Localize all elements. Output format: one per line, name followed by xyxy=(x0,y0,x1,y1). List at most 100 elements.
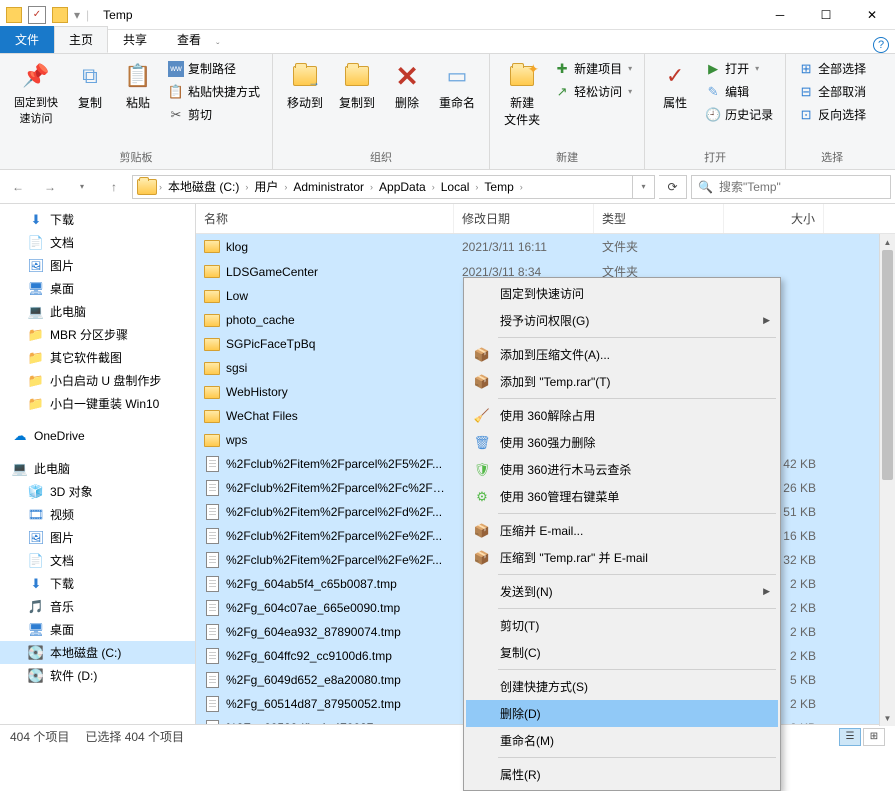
tree-item[interactable]: 💻此电脑 xyxy=(0,300,195,323)
search-box[interactable]: 🔍 xyxy=(691,175,891,199)
qat-folder-icon[interactable] xyxy=(52,7,68,23)
new-item-button[interactable]: ✚新建项目▾ xyxy=(550,58,636,79)
select-none-button[interactable]: ⊟全部取消 xyxy=(794,81,870,102)
tree-item[interactable]: 🎵音乐 xyxy=(0,595,195,618)
col-date[interactable]: 修改日期 xyxy=(454,204,594,233)
tree-item[interactable]: 📄文档 xyxy=(0,231,195,254)
new-folder-button[interactable]: ✦新建 文件夹 xyxy=(498,58,546,130)
close-button[interactable]: ✕ xyxy=(849,0,895,30)
moveto-button[interactable]: →移动到 xyxy=(281,58,329,113)
context-menu-item[interactable]: 删除(D) xyxy=(466,700,778,727)
nav-tree[interactable]: ⬇下载📄文档🖼图片🖥桌面💻此电脑📁MBR 分区步骤📁其它软件截图📁小白启动 U … xyxy=(0,204,196,724)
col-name[interactable]: 名称 xyxy=(196,204,454,233)
chevron-right-icon[interactable]: › xyxy=(370,182,373,192)
tree-item[interactable]: ⬇下载 xyxy=(0,572,195,595)
tree-item[interactable]: 🖼图片 xyxy=(0,526,195,549)
scroll-thumb[interactable] xyxy=(882,250,893,480)
easy-access-button[interactable]: ↗轻松访问▾ xyxy=(550,81,636,102)
context-menu-item[interactable]: 剪切(T) xyxy=(466,612,778,639)
col-type[interactable]: 类型 xyxy=(594,204,724,233)
tree-item[interactable]: 🖼图片 xyxy=(0,254,195,277)
cut-button[interactable]: ✂剪切 xyxy=(164,104,264,125)
view-icons-button[interactable]: ⊞ xyxy=(863,728,885,746)
minimize-button[interactable]: ─ xyxy=(757,0,803,30)
tree-item[interactable]: 📁小白一键重装 Win10 xyxy=(0,392,195,415)
context-menu-item[interactable]: 📦添加到压缩文件(A)... xyxy=(466,341,778,368)
pin-quick-access-button[interactable]: 📌 固定到快 速访问 xyxy=(8,58,64,128)
context-menu-item[interactable]: 📦压缩并 E-mail... xyxy=(466,517,778,544)
copy-button[interactable]: ⧉ 复制 xyxy=(68,58,112,113)
select-all-button[interactable]: ⊞全部选择 xyxy=(794,58,870,79)
chevron-right-icon[interactable]: › xyxy=(284,182,287,192)
breadcrumb-segment[interactable]: 本地磁盘 (C:) xyxy=(164,176,243,197)
help-icon[interactable]: ? xyxy=(873,37,889,53)
tree-item[interactable]: 📁MBR 分区步骤 xyxy=(0,323,195,346)
tab-share[interactable]: 共享 xyxy=(108,26,162,53)
tree-item[interactable]: ⬇下载 xyxy=(0,208,195,231)
tree-item[interactable]: 🧊3D 对象 xyxy=(0,480,195,503)
rename-button[interactable]: ▭重命名 xyxy=(433,58,481,113)
refresh-button[interactable]: ⟳ xyxy=(659,175,687,199)
chevron-right-icon[interactable]: › xyxy=(475,182,478,192)
chevron-right-icon[interactable]: › xyxy=(432,182,435,192)
nav-forward-button[interactable]: → xyxy=(36,174,64,200)
col-size[interactable]: 大小 xyxy=(724,204,824,233)
qat-select-icon[interactable]: ✓ xyxy=(28,6,46,24)
context-menu-item[interactable]: ⚙使用 360管理右键菜单 xyxy=(466,483,778,510)
context-menu-item[interactable]: 📦压缩到 "Temp.rar" 并 E-mail xyxy=(466,544,778,571)
context-menu-item[interactable]: 🧹使用 360解除占用 xyxy=(466,402,778,429)
tree-item[interactable]: 💻此电脑 xyxy=(0,457,195,480)
context-menu-item[interactable]: 创建快捷方式(S) xyxy=(466,673,778,700)
breadcrumb-segment[interactable]: 用户 xyxy=(250,176,282,197)
ribbon-collapse-icon[interactable]: ˇ xyxy=(216,42,219,53)
invert-selection-button[interactable]: ⊡反向选择 xyxy=(794,104,870,125)
chevron-right-icon[interactable]: › xyxy=(159,182,162,192)
view-details-button[interactable]: ☰ xyxy=(839,728,861,746)
tab-file[interactable]: 文件 xyxy=(0,26,54,53)
context-menu-item[interactable]: 固定到快速访问 xyxy=(466,280,778,307)
scroll-down-icon[interactable]: ▼ xyxy=(880,710,895,726)
copyto-button[interactable]: 复制到 xyxy=(333,58,381,113)
history-button[interactable]: 🕘历史记录 xyxy=(701,104,777,125)
tree-item[interactable]: 📁小白启动 U 盘制作步 xyxy=(0,369,195,392)
properties-button[interactable]: ✓属性 xyxy=(653,58,697,113)
tab-view[interactable]: 查看 xyxy=(162,26,216,53)
chevron-right-icon[interactable]: › xyxy=(520,182,523,192)
scroll-up-icon[interactable]: ▲ xyxy=(880,234,895,250)
context-menu-item[interactable]: 复制(C) xyxy=(466,639,778,666)
nav-history-dropdown[interactable]: ▾ xyxy=(68,174,96,200)
chevron-right-icon[interactable]: › xyxy=(245,182,248,192)
context-menu-item[interactable]: 🗑使用 360强力删除 xyxy=(466,429,778,456)
context-menu-item[interactable]: 🛡使用 360进行木马云查杀 xyxy=(466,456,778,483)
tree-item[interactable]: 📄文档 xyxy=(0,549,195,572)
tree-item[interactable]: 💽本地磁盘 (C:) xyxy=(0,641,195,664)
open-button[interactable]: ▶打开▾ xyxy=(701,58,777,79)
context-menu-item[interactable]: 📦添加到 "Temp.rar"(T) xyxy=(466,368,778,395)
qat-dropdown-icon[interactable]: ▾ xyxy=(74,8,80,22)
tree-item[interactable]: 🎞视频 xyxy=(0,503,195,526)
tree-item[interactable]: 💽软件 (D:) xyxy=(0,664,195,687)
tree-item[interactable]: 🖥桌面 xyxy=(0,277,195,300)
breadcrumb-dropdown[interactable]: ▾ xyxy=(633,175,655,199)
breadcrumb-segment[interactable]: Local xyxy=(437,178,474,196)
paste-shortcut-button[interactable]: 📋粘贴快捷方式 xyxy=(164,81,264,102)
file-row[interactable]: klog2021/3/11 16:11文件夹 xyxy=(196,234,895,259)
scrollbar-vertical[interactable]: ▲ ▼ xyxy=(879,234,895,726)
edit-button[interactable]: ✎编辑 xyxy=(701,81,777,102)
search-input[interactable] xyxy=(719,180,884,194)
breadcrumb-segment[interactable]: AppData xyxy=(375,178,430,196)
paste-button[interactable]: 📋 粘贴 xyxy=(116,58,160,113)
tree-item[interactable]: ☁OneDrive xyxy=(0,425,195,447)
tree-item[interactable]: 📁其它软件截图 xyxy=(0,346,195,369)
breadcrumb-segment[interactable]: Administrator xyxy=(289,178,368,196)
tab-home[interactable]: 主页 xyxy=(54,26,108,53)
copy-path-button[interactable]: ww复制路径 xyxy=(164,58,264,79)
delete-button[interactable]: ✕删除 xyxy=(385,58,429,113)
context-menu-item[interactable]: 属性(R) xyxy=(466,761,778,788)
breadcrumb[interactable]: › 本地磁盘 (C:)›用户›Administrator›AppData›Loc… xyxy=(132,175,633,199)
nav-up-button[interactable]: ↑ xyxy=(100,174,128,200)
context-menu-item[interactable]: 授予访问权限(G)▶ xyxy=(466,307,778,334)
maximize-button[interactable]: ☐ xyxy=(803,0,849,30)
nav-back-button[interactable]: ← xyxy=(4,174,32,200)
tree-item[interactable]: 🖥桌面 xyxy=(0,618,195,641)
